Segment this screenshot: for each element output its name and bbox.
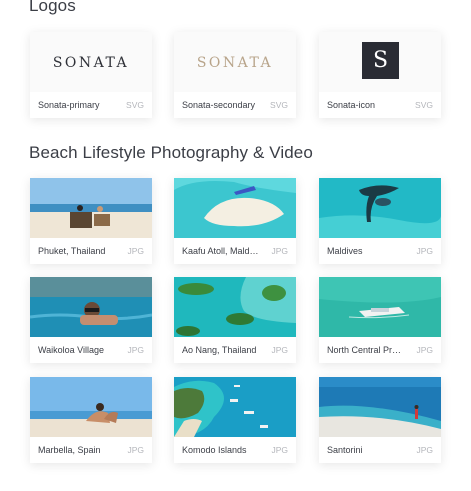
photo-card[interactable]: Maldives JPG [319,178,441,264]
asset-label: Sonata-primary [38,100,100,110]
file-type-label: JPG [416,345,433,355]
photo-thumbnail [174,178,296,238]
photo-thumbnail [30,178,152,238]
logo-card-secondary[interactable]: SONATA Sonata-secondary SVG [174,32,296,118]
photo-card[interactable]: Ao Nang, Thailand JPG [174,277,296,363]
photo-label: North Central Province [327,345,405,355]
sonata-icon: S [362,42,399,79]
photo-card[interactable]: Komodo Islands JPG [174,377,296,463]
file-type-label: SVG [415,100,433,110]
photo-label: Waikoloa Village [38,345,105,355]
file-type-label: JPG [271,246,288,256]
sonata-wordmark: SONATA [196,55,274,71]
photo-label: Maldives [327,246,363,256]
photo-label: Komodo Islands [182,445,247,455]
file-type-label: JPG [127,445,144,455]
photo-thumbnail [319,178,441,238]
file-type-label: JPG [271,345,288,355]
file-type-label: JPG [127,345,144,355]
photo-label: Ao Nang, Thailand [182,345,257,355]
photo-thumbnail [174,377,296,437]
photo-label: Santorini [327,445,363,455]
file-type-label: JPG [127,246,144,256]
photo-card[interactable]: Phuket, Thailand JPG [30,178,152,264]
photo-card[interactable]: Kaafu Atoll, Maldives JPG [174,178,296,264]
logo-thumbnail: SONATA [30,32,152,92]
logo-card-icon[interactable]: S Sonata-icon SVG [319,32,441,118]
file-type-label: JPG [416,246,433,256]
photo-label: Kaafu Atoll, Maldives [182,246,260,256]
asset-label: Sonata-icon [327,100,376,110]
photo-card[interactable]: Waikoloa Village JPG [30,277,152,363]
photo-thumbnail [30,277,152,337]
photo-thumbnail [319,377,441,437]
file-type-label: SVG [270,100,288,110]
photo-label: Phuket, Thailand [38,246,106,256]
file-type-label: SVG [126,100,144,110]
photos-section-title: Beach Lifestyle Photography & Video [29,143,313,162]
photo-thumbnail [319,277,441,337]
logos-section-title: Logos [29,0,76,15]
photo-thumbnail [30,377,152,437]
photo-card[interactable]: Santorini JPG [319,377,441,463]
photo-card[interactable]: North Central Province JPG [319,277,441,363]
photo-label: Marbella, Spain [38,445,101,455]
logo-thumbnail: S [319,32,441,92]
asset-label: Sonata-secondary [182,100,256,110]
file-type-label: JPG [271,445,288,455]
photo-card[interactable]: Marbella, Spain JPG [30,377,152,463]
logo-thumbnail: SONATA [174,32,296,92]
photo-thumbnail [174,277,296,337]
file-type-label: JPG [416,445,433,455]
logo-card-primary[interactable]: SONATA Sonata-primary SVG [30,32,152,118]
sonata-wordmark: SONATA [52,55,130,71]
